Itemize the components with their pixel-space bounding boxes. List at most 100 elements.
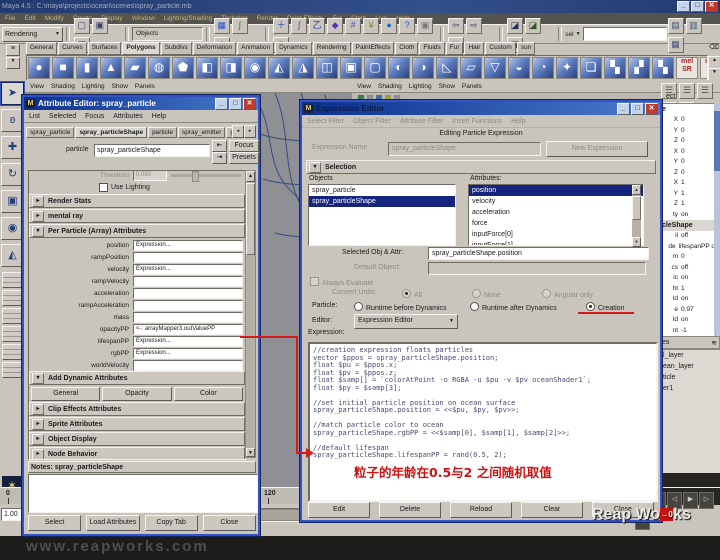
combine-icon[interactable]: ▣ [340, 57, 362, 79]
ae-presets-button[interactable]: Presets [229, 152, 259, 164]
shelf-tab-8[interactable]: Rendering [313, 42, 351, 55]
ae-load-icon[interactable]: ⇤ [212, 140, 227, 152]
ae-maximize-button[interactable]: □ [229, 98, 242, 110]
section-per-particle-array-attributes[interactable]: ▾Per Particle (Array) Attributes [29, 224, 245, 238]
input-connections-icon[interactable]: ⇦ [448, 18, 464, 34]
render-current-frame-icon[interactable]: ◪ [507, 18, 523, 34]
section-clip-effects-attributes[interactable]: ▸Clip Effects Attributes [29, 402, 245, 416]
ee-close-button[interactable]: ✕ [645, 103, 658, 115]
pp-field-opacityPP[interactable]: <-: arrayMapper3.outValuePP [133, 324, 243, 335]
ae-menu-3[interactable]: Attributes [113, 113, 143, 120]
shelf-tab-4[interactable]: Subdivs [161, 42, 192, 55]
layout-persp-graph-button[interactable] [2, 326, 24, 342]
maximize-window-button[interactable]: □ [691, 1, 704, 12]
shelf-tab-14[interactable]: Custom [485, 42, 515, 55]
channel-row-5[interactable]: Z0 [660, 168, 715, 179]
channel-row-1[interactable]: delifespanPP o [660, 242, 715, 253]
ae-minimize-button[interactable]: _ [215, 98, 228, 110]
ae-tab-scroll-right[interactable]: ▸ [244, 125, 256, 138]
ee-menu-0[interactable]: Select Filter [307, 118, 344, 125]
minimize-window-button[interactable]: _ [677, 1, 690, 12]
ae-notes-box[interactable] [28, 474, 258, 513]
ae-close-button[interactable]: Close [203, 515, 256, 531]
show-tool-settings-icon[interactable]: ▥ [686, 18, 702, 34]
ae-tab-2[interactable]: particle [148, 127, 177, 138]
snap-to-curve-icon[interactable]: ʃ [232, 18, 248, 34]
ae-menu-4[interactable]: Help [152, 113, 166, 120]
mask-dynamics-icon[interactable]: ¥ [363, 18, 379, 34]
snap-to-grid-icon[interactable]: ▦ [214, 18, 230, 34]
ee-menu-2[interactable]: Attribute Filter [400, 118, 444, 125]
use-lighting-checkbox[interactable] [99, 183, 108, 192]
merge-vertex-icon[interactable]: ◉ [244, 57, 266, 79]
reduce-icon[interactable]: ▽ [484, 57, 506, 79]
poke-face-icon[interactable]: ✦ [556, 57, 578, 79]
new-scene-icon[interactable]: ▢ [74, 18, 90, 34]
right-panel-menu-3[interactable]: Show [439, 83, 455, 90]
channelbox-scrollbar[interactable] [714, 103, 720, 335]
select-mask-plus-icon[interactable]: ＋ [273, 18, 289, 34]
menubar-item-2[interactable]: Modify [45, 15, 64, 22]
output-connections-icon[interactable]: ⇨ [466, 18, 482, 34]
channel-row-9[interactable]: tyon [660, 210, 715, 221]
add-attr-color-button[interactable]: Color [174, 387, 243, 401]
left-panel-menu-2[interactable]: Lighting [82, 83, 105, 90]
ae-menu-2[interactable]: Focus [85, 113, 104, 120]
ee-attribute-position[interactable]: position [469, 185, 643, 196]
lasso-tool-icon[interactable]: ʚ [1, 109, 24, 132]
section-render-stats[interactable]: ▸Render Stats [29, 194, 245, 208]
layout-persp-trio-button[interactable] [2, 362, 24, 378]
ae-close-button[interactable]: ✕ [243, 98, 256, 110]
shelf-tab-10[interactable]: Cloth [395, 42, 418, 55]
left-panel-menu-4[interactable]: Panels [135, 83, 155, 90]
ee-code-area[interactable]: //creation expression floats particles v… [308, 342, 658, 502]
channel-row-3[interactable]: X0 [660, 147, 715, 158]
rotate-tool-icon[interactable]: ↻ [1, 163, 24, 186]
right-panel-menu-4[interactable]: Panels [462, 83, 482, 90]
layer-item-2[interactable]: ticle [660, 372, 720, 383]
soft-mod-tool-icon[interactable]: ◉ [1, 217, 24, 240]
channel-row-1[interactable]: Y0 [660, 126, 715, 137]
ae-notes-header[interactable]: Notes: spray_particleShape [28, 461, 256, 473]
particle-mode-runtime-before-dynamics-radio[interactable]: Runtime before Dynamics [354, 302, 447, 312]
ee-reload-button[interactable]: Reload [450, 502, 512, 518]
shelf-tab-6[interactable]: Animation [237, 42, 274, 55]
poly-cube-icon[interactable]: ■ [52, 57, 74, 79]
right-panel-menu-2[interactable]: Lighting [409, 83, 432, 90]
boolean-union-icon[interactable]: ◐ [388, 57, 410, 79]
move-tool-icon[interactable]: ✚ [1, 136, 24, 159]
section-sprite-attributes[interactable]: ▸Sprite Attributes [29, 417, 245, 431]
open-scene-icon[interactable]: ▣ [92, 18, 108, 34]
ae-select-button[interactable]: Select [28, 515, 81, 531]
layout-hypershade-button[interactable] [2, 344, 24, 360]
layer-item-3[interactable]: er1 [660, 383, 720, 394]
right-panel-menu-1[interactable]: Shading [378, 83, 402, 90]
mask-deform-icon[interactable]: ◆ [327, 18, 343, 34]
pp-field-rgbPP[interactable]: Expression... [133, 348, 243, 359]
shelf-tab-11[interactable]: Fluids [419, 42, 444, 55]
poly-prism-icon[interactable]: ⬟ [172, 57, 194, 79]
poly-torus-icon[interactable]: ◍ [148, 57, 170, 79]
mask-rendering-icon[interactable]: ● [381, 18, 397, 34]
pp-field-acceleration[interactable] [133, 288, 243, 299]
wedge-face-icon[interactable]: ◔ [532, 57, 554, 79]
ee-menu-4[interactable]: Help [511, 118, 525, 125]
quick-select-input[interactable] [583, 27, 667, 41]
smooth-icon[interactable]: ◮ [292, 57, 314, 79]
split-poly-icon[interactable]: ◧ [196, 57, 218, 79]
channel-row-0[interactable]: X0 [660, 115, 715, 126]
ee-clear-button[interactable]: Clear [521, 502, 583, 518]
poly-cone-icon[interactable]: ▲ [100, 57, 122, 79]
ee-maximize-button[interactable]: □ [631, 103, 644, 115]
ae-tab-scroll-left[interactable]: ◂ [232, 125, 244, 138]
channel-row-4[interactable]: Y0 [660, 157, 715, 168]
channel-row-8[interactable]: Z1 [660, 199, 715, 210]
mask-grid-icon[interactable]: # [345, 18, 361, 34]
lock-icon[interactable]: ▣ [417, 18, 433, 34]
channel-row-7[interactable]: e0.97 [660, 305, 715, 316]
pp-field-rampVelocity[interactable] [133, 276, 243, 287]
channel-row-4[interactable]: icon [660, 273, 715, 284]
mask-misc-icon[interactable]: ? [399, 18, 415, 34]
add-attr-opacity-button[interactable]: Opacity [102, 387, 171, 401]
pp-field-rampAcceleration[interactable] [133, 300, 243, 311]
